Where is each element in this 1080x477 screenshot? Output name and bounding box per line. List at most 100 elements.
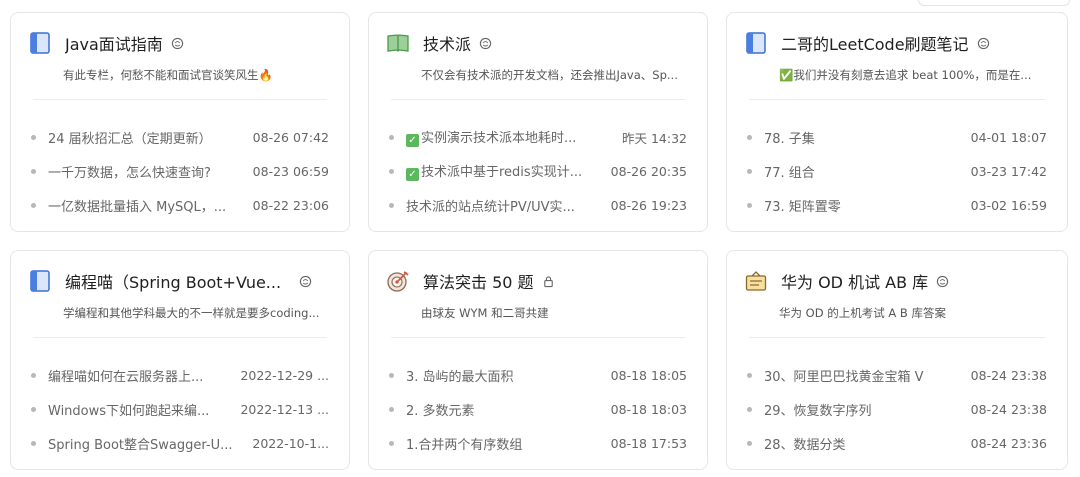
article-title[interactable]: 78. 子集	[764, 128, 971, 147]
article-title[interactable]: 技术派的站点统计PV/UV实...	[406, 196, 611, 215]
article-list: 编程喵如何在云服务器上... 2022-12-29 ... Windows下如何跑…	[31, 358, 329, 460]
bullet-icon	[747, 168, 752, 174]
article-title[interactable]: 24 届秋招汇总（定期更新）	[48, 128, 253, 147]
column-card-huawei-od[interactable]: 华为 OD 机试 AB 库 华为 OD 的上机考试 A B 库答案 30、阿里巴…	[726, 250, 1068, 470]
article-title[interactable]: 29、恢复数字序列	[764, 400, 971, 419]
article-title[interactable]: 28、数据分类	[764, 434, 971, 453]
article-title[interactable]: ✓ 技术派中基于redis实现计...	[406, 161, 611, 181]
bullet-icon	[747, 134, 752, 140]
divider	[33, 99, 327, 100]
article-item[interactable]: 77. 组合 03-23 17:42	[747, 154, 1047, 188]
column-card-bianchengmiao[interactable]: 编程喵（Spring Boot+Vue... 学编程和其他学科最大的不一样就是要…	[10, 250, 350, 470]
column-card-jishupai[interactable]: 技术派 不仅会有技术派的开发文档，还会推出Java、Sp... ✓ 实例演示技术派…	[368, 12, 708, 232]
target-icon	[387, 271, 409, 292]
article-time: 08-24 23:38	[970, 401, 1047, 417]
card-header: 二哥的LeetCode刷题笔记	[745, 30, 1053, 56]
article-title[interactable]: 1.合并两个有序数组	[406, 434, 611, 453]
article-title[interactable]: 一千万数据，怎么快速查询?	[48, 162, 253, 181]
bullet-icon	[389, 440, 394, 446]
article-item[interactable]: 1.合并两个有序数组 08-18 17:53	[389, 426, 687, 460]
article-time: 08-24 23:38	[970, 367, 1047, 383]
column-title[interactable]: 华为 OD 机试 AB 库	[781, 269, 928, 293]
article-list: 24 届秋招汇总（定期更新） 08-26 07:42 一千万数据，怎么快速查询? 0…	[31, 120, 329, 222]
bullet-icon	[747, 202, 752, 208]
card-header: 技术派	[387, 30, 693, 56]
article-item[interactable]: 3. 岛屿的最大面积 08-18 18:05	[389, 358, 687, 392]
article-item[interactable]: 30、阿里巴巴找黄金宝箱 V 08-24 23:38	[747, 358, 1047, 392]
article-title[interactable]: 一亿数据批量插入 MySQL，...	[48, 196, 253, 215]
column-title[interactable]: 编程喵（Spring Boot+Vue...	[65, 269, 281, 293]
blue-book-icon	[30, 270, 50, 292]
article-item[interactable]: Spring Boot整合Swagger-U... 2022-10-1...	[31, 426, 329, 460]
subscribe-icon	[937, 275, 949, 287]
card-header: 编程喵（Spring Boot+Vue...	[29, 268, 335, 294]
bullet-icon	[747, 372, 752, 378]
card-header: Java面试指南	[29, 30, 335, 56]
blue-book-icon	[30, 32, 50, 54]
article-title[interactable]: 30、阿里巴巴找黄金宝箱 V	[764, 366, 971, 385]
column-card-java[interactable]: Java面试指南 有此专栏，何愁不能和面试官谈笑风生🔥 24 届秋招汇总（定期更…	[10, 12, 350, 232]
column-description: 由球友 WYM 和二哥共建	[421, 306, 549, 320]
article-item[interactable]: 2. 多数元素 08-18 18:03	[389, 392, 687, 426]
article-item[interactable]: 28、数据分类 08-24 23:36	[747, 426, 1047, 460]
article-time: 08-26 07:42	[252, 129, 329, 145]
column-description: ✅我们并没有刻意去追求 beat 100%，而是在...	[779, 68, 1032, 82]
column-card-algorithm[interactable]: 算法突击 50 题 由球友 WYM 和二哥共建 3. 岛屿的最大面积 08-18 …	[368, 250, 708, 470]
article-list: 3. 岛屿的最大面积 08-18 18:05 2. 多数元素 08-18 18:03…	[389, 358, 687, 460]
article-item[interactable]: 编程喵如何在云服务器上... 2022-12-29 ...	[31, 358, 329, 392]
article-title[interactable]: 编程喵如何在云服务器上...	[48, 366, 240, 385]
article-time: 2022-12-29 ...	[240, 367, 329, 383]
column-title[interactable]: Java面试指南	[65, 31, 163, 55]
article-item[interactable]: 技术派的站点统计PV/UV实... 08-26 19:23	[389, 188, 687, 222]
article-item[interactable]: 73. 矩阵置零 03-02 16:59	[747, 188, 1047, 222]
article-time: 昨天 14:32	[622, 130, 687, 146]
article-time: 08-22 23:06	[252, 197, 329, 213]
article-list: 78. 子集 04-01 18:07 77. 组合 03-23 17:42 73. …	[747, 120, 1047, 222]
bullet-icon	[389, 134, 394, 140]
divider	[391, 99, 685, 100]
article-time: 03-02 16:59	[970, 197, 1047, 213]
article-title[interactable]: Windows下如何跑起来编...	[48, 400, 240, 419]
article-item[interactable]: Windows下如何跑起来编... 2022-12-13 ...	[31, 392, 329, 426]
article-list: 30、阿里巴巴找黄金宝箱 V 08-24 23:38 29、恢复数字序列 08-24…	[747, 358, 1047, 460]
article-item[interactable]: ✓ 技术派中基于redis实现计... 08-26 20:35	[389, 154, 687, 188]
article-item[interactable]: 29、恢复数字序列 08-24 23:38	[747, 392, 1047, 426]
bullet-icon	[389, 372, 394, 378]
article-list: ✓ 实例演示技术派本地耗时... 昨天 14:32 ✓ 技术派中基于redis实现计.…	[389, 120, 687, 222]
column-title[interactable]: 技术派	[423, 31, 471, 55]
divider	[33, 337, 327, 338]
article-title[interactable]: 3. 岛屿的最大面积	[406, 366, 611, 385]
article-item[interactable]: 一千万数据，怎么快速查询? 08-23 06:59	[31, 154, 329, 188]
article-time: 03-23 17:42	[970, 163, 1047, 179]
subscribe-icon	[299, 275, 312, 287]
column-title[interactable]: 二哥的LeetCode刷题笔记	[781, 31, 969, 55]
article-item[interactable]: 一亿数据批量插入 MySQL，... 08-22 23:06	[31, 188, 329, 222]
lock-icon	[543, 275, 553, 287]
bullet-icon	[389, 168, 394, 174]
article-title[interactable]: 73. 矩阵置零	[764, 196, 971, 215]
article-time: 08-18 18:03	[610, 401, 687, 417]
bullet-icon	[31, 406, 36, 412]
article-title[interactable]: ✓ 实例演示技术派本地耗时...	[406, 127, 622, 147]
article-time: 04-01 18:07	[970, 129, 1047, 145]
article-title[interactable]: 77. 组合	[764, 162, 971, 181]
article-title[interactable]: Spring Boot整合Swagger-U...	[48, 434, 252, 453]
column-title[interactable]: 算法突击 50 题	[423, 269, 534, 293]
article-title[interactable]: 2. 多数元素	[406, 400, 611, 419]
article-item[interactable]: ✓ 实例演示技术派本地耗时... 昨天 14:32	[389, 120, 687, 154]
bullet-icon	[31, 440, 36, 446]
blue-book-icon	[746, 32, 766, 54]
column-grid: Java面试指南 有此专栏，何愁不能和面试官谈笑风生🔥 24 届秋招汇总（定期更…	[10, 12, 1068, 472]
top-filter-chip[interactable]	[918, 0, 1070, 6]
article-item[interactable]: 78. 子集 04-01 18:07	[747, 120, 1047, 154]
divider	[749, 337, 1045, 338]
bullet-icon	[31, 134, 36, 140]
divider	[749, 99, 1045, 100]
article-item[interactable]: 24 届秋招汇总（定期更新） 08-26 07:42	[31, 120, 329, 154]
article-time: 08-26 19:23	[610, 197, 687, 213]
article-title-text: 实例演示技术派本地耗时...	[421, 131, 577, 146]
column-card-leetcode[interactable]: 二哥的LeetCode刷题笔记 ✅我们并没有刻意去追求 beat 100%，而是…	[726, 12, 1068, 232]
check-mark-icon: ✓	[406, 168, 419, 181]
article-time: 08-18 17:53	[610, 435, 687, 451]
column-description: 华为 OD 的上机考试 A B 库答案	[779, 306, 946, 320]
